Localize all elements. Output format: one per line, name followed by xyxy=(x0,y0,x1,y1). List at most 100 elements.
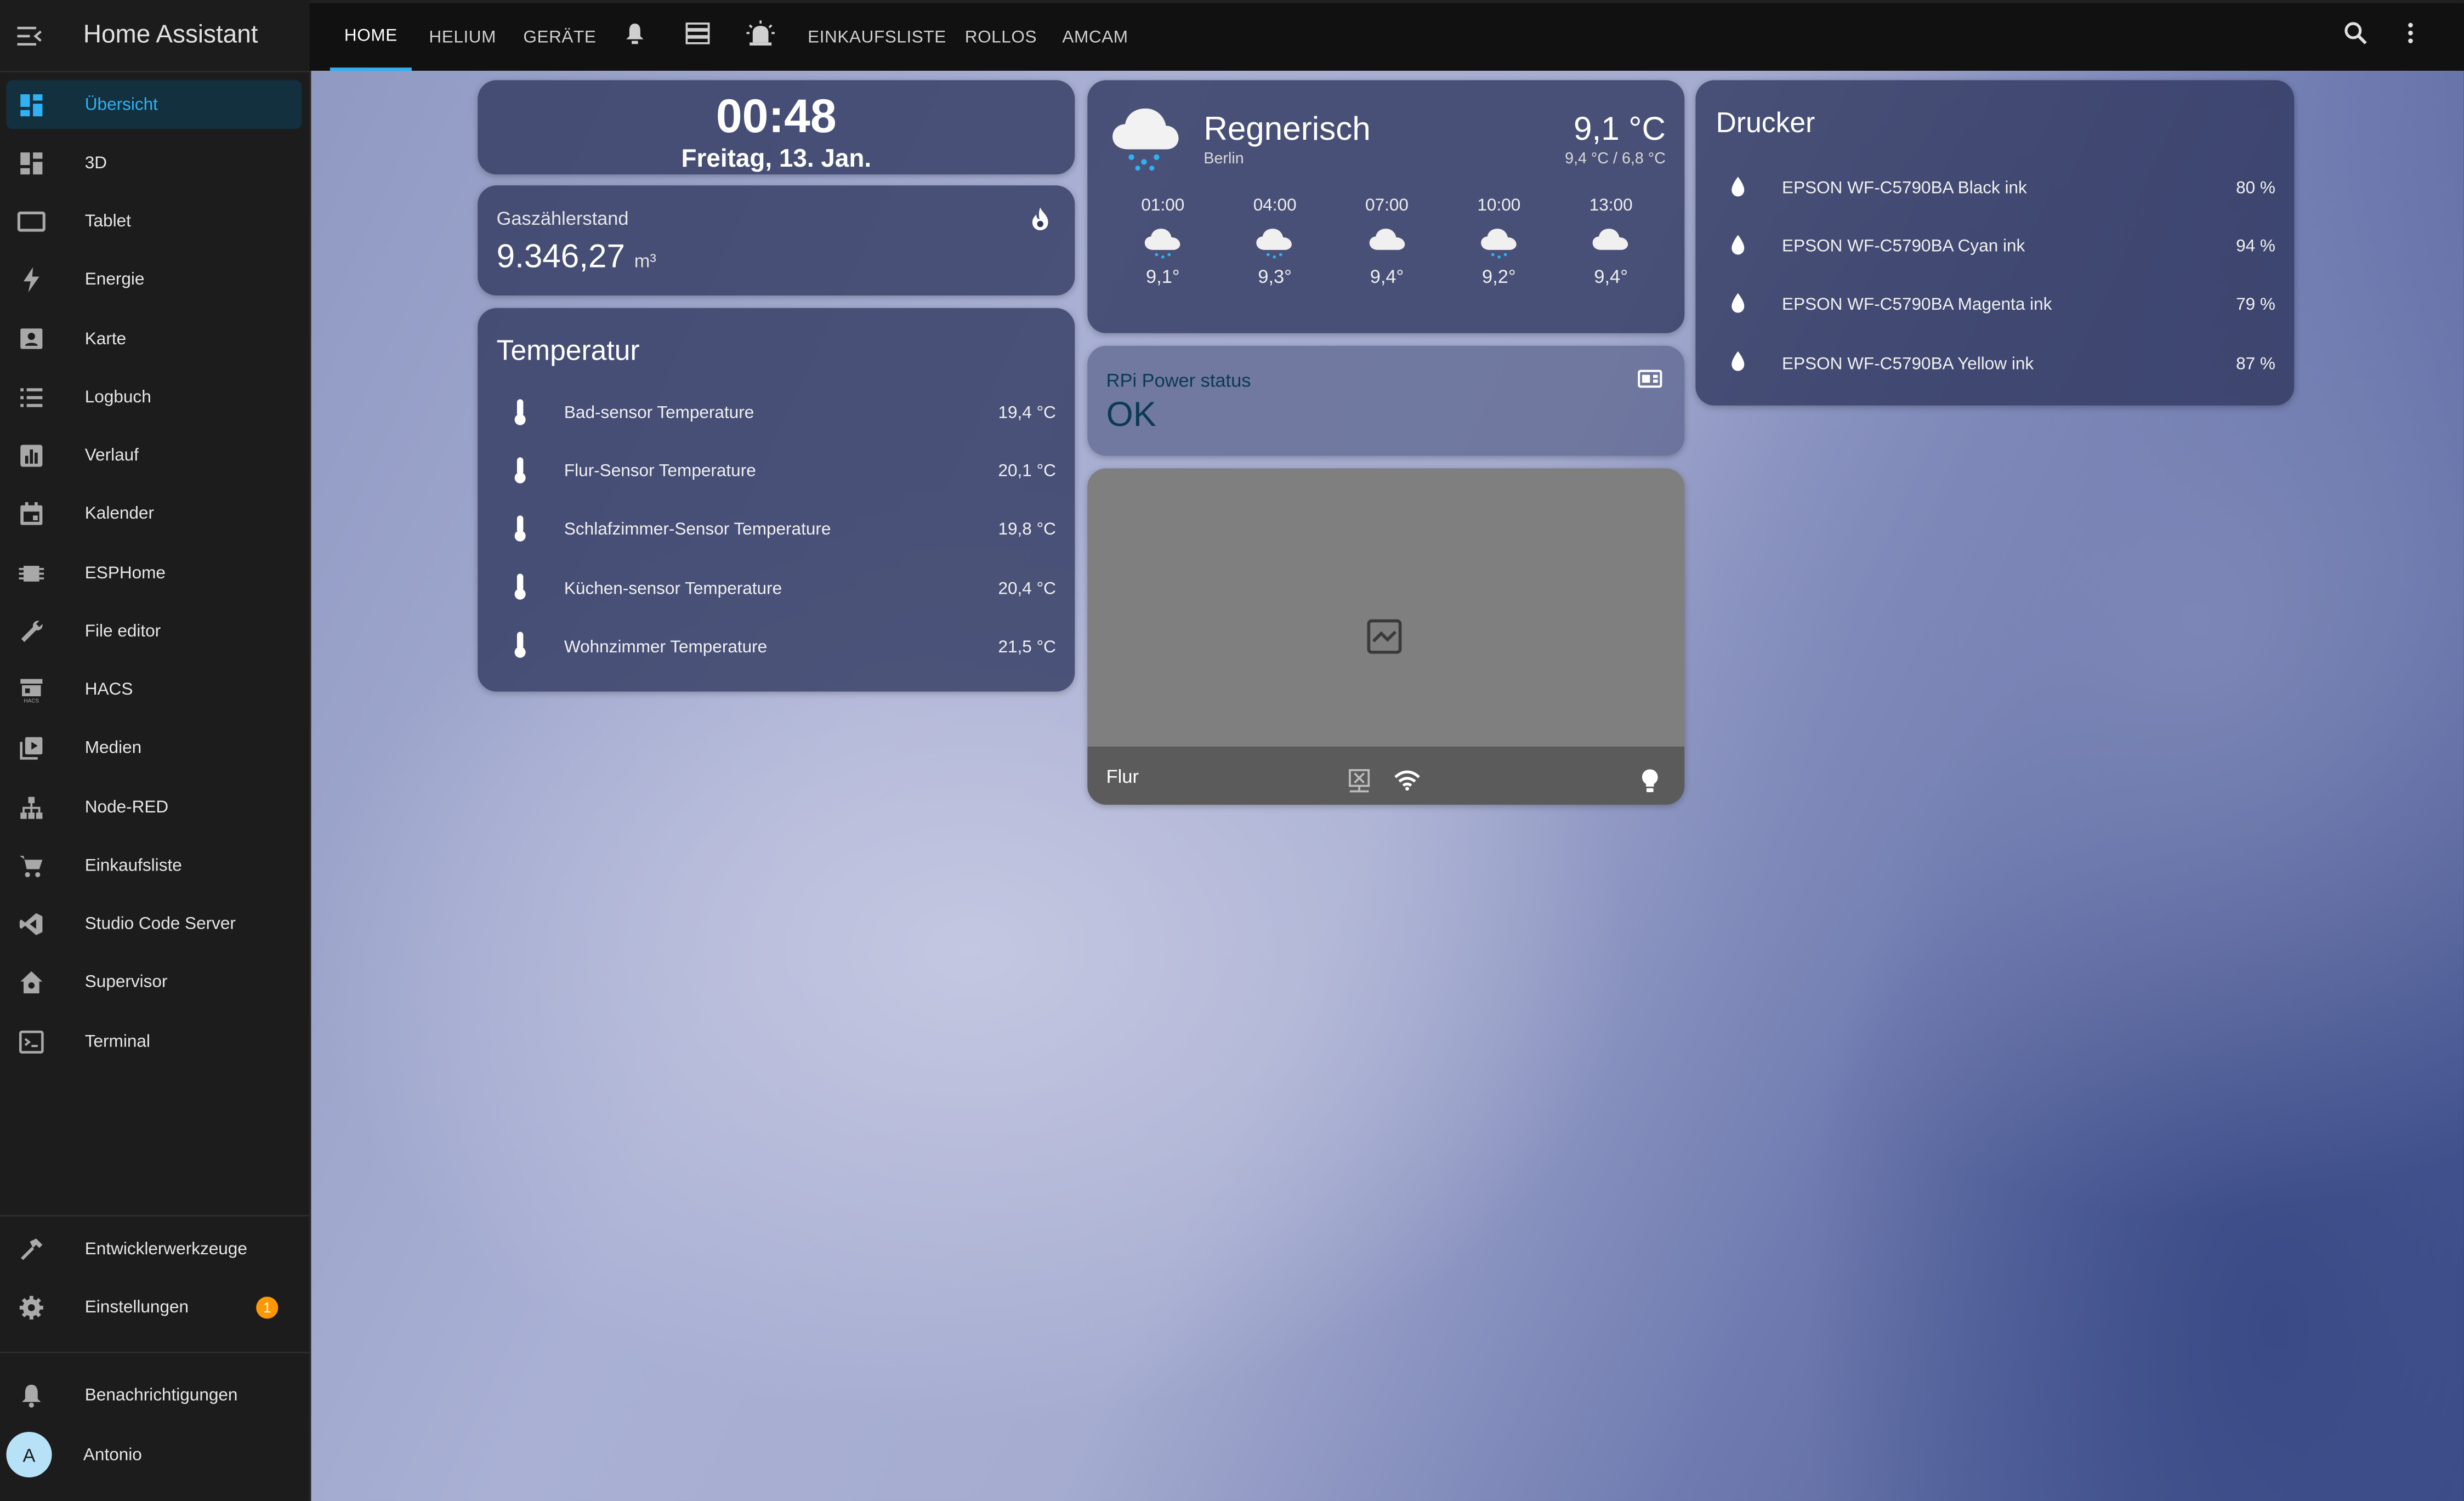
sidebar-item-übersicht[interactable]: Übersicht xyxy=(6,80,302,129)
temperature-row[interactable]: Wohnzimmer Temperature 21,5 °C xyxy=(478,632,1075,663)
printer-ink-row[interactable]: EPSON WF-C5790BA Black ink 80 % xyxy=(1695,173,2294,204)
printer-card: Drucker EPSON WF-C5790BA Black ink 80 % EP… xyxy=(1695,80,2295,406)
ink-name: EPSON WF-C5790BA Yellow ink xyxy=(1782,354,2034,374)
tab-rollos[interactable]: ROLLOS xyxy=(965,3,1037,71)
network-off-icon[interactable] xyxy=(1348,769,1370,801)
sensor-name: Bad-sensor Temperature xyxy=(564,403,754,423)
list-icon xyxy=(8,386,55,408)
rainy-cloud-icon xyxy=(1254,228,1296,268)
sidebar-item-terminal[interactable]: Terminal xyxy=(6,1017,302,1066)
dashboard-area: 00:48 Freitag, 13. Jan. Gaszählerstand 9… xyxy=(311,71,2464,1501)
sitemap-icon xyxy=(8,794,55,820)
water-drop-icon xyxy=(1730,234,1746,260)
sidebar-divider xyxy=(0,1351,310,1354)
sidebar-item-user[interactable]: A Antonio xyxy=(6,1430,302,1479)
sidebar-item-energie[interactable]: Energie xyxy=(6,254,302,303)
image-broken-icon xyxy=(1367,619,1402,662)
forecast-time: 13:00 xyxy=(1589,196,1633,215)
forecast-item: 01:00 9,1° xyxy=(1123,196,1202,287)
printer-ink-row[interactable]: EPSON WF-C5790BA Yellow ink 87 % xyxy=(1695,348,2294,379)
forecast-item: 07:00 9,4° xyxy=(1348,196,1426,287)
sidebar-header: Home Assistant xyxy=(0,0,310,72)
more-vertical-icon[interactable] xyxy=(2406,20,2415,53)
rainy-cloud-icon xyxy=(1143,228,1184,268)
hacs-store-icon: HACS xyxy=(8,676,55,702)
sidebar-item-einkaufsliste[interactable]: Einkaufsliste xyxy=(6,841,302,890)
sidebar-item-verlauf[interactable]: Verlauf xyxy=(6,431,302,480)
sidebar-item-label: File editor xyxy=(84,621,161,641)
calendar-icon xyxy=(8,501,55,526)
sidebar-item-supervisor[interactable]: Supervisor xyxy=(6,957,302,1006)
thermometer-icon xyxy=(512,631,528,664)
sidebar-item-developer-tools[interactable]: Entwicklerwerkzeuge xyxy=(6,1224,302,1273)
vscode-icon xyxy=(8,911,55,936)
avatar: A xyxy=(6,1431,52,1477)
search-icon[interactable] xyxy=(2343,20,2368,53)
sidebar-item-kalender[interactable]: Kalender xyxy=(6,489,302,538)
sidebar-item-hacs[interactable]: HACS HACS xyxy=(6,665,302,714)
tab-alarm-light-icon[interactable] xyxy=(746,20,775,53)
sidebar-item-studio-code-server[interactable]: Studio Code Server xyxy=(6,899,302,948)
sidebar: Home Assistant Übersicht 3D Tablet Energie K… xyxy=(0,0,311,1501)
svg-text:HACS: HACS xyxy=(24,697,39,702)
rainy-cloud-icon xyxy=(1109,105,1182,179)
tab-helium[interactable]: HELIUM xyxy=(429,3,496,71)
chip-icon xyxy=(8,560,55,585)
forecast-time: 07:00 xyxy=(1365,196,1409,215)
printer-ink-row[interactable]: EPSON WF-C5790BA Magenta ink 79 % xyxy=(1695,290,2294,321)
sensor-value: 19,8 °C xyxy=(998,521,1056,540)
sidebar-item-label: Terminal xyxy=(84,1032,150,1051)
lightbulb-icon[interactable] xyxy=(1640,769,1659,801)
forecast-temp: 9,1° xyxy=(1146,265,1180,288)
tab-alarm-bell-icon[interactable] xyxy=(624,20,646,53)
sidebar-item-label: Übersicht xyxy=(84,95,158,114)
console-icon xyxy=(8,1028,55,1054)
tab-einkaufsliste[interactable]: EINKAUFSLISTE xyxy=(808,3,946,71)
temperature-row[interactable]: Flur-Sensor Temperature 20,1 °C xyxy=(478,456,1075,487)
tab-amcam[interactable]: AMCAM xyxy=(1062,3,1128,71)
dashboard-icon xyxy=(8,92,55,117)
forecast-temp: 9,2° xyxy=(1482,265,1516,288)
sidebar-item-settings[interactable]: Einstellungen 1 xyxy=(6,1282,302,1331)
camera-card[interactable]: Flur xyxy=(1087,468,1685,805)
forecast-time: 04:00 xyxy=(1253,196,1297,215)
sidebar-item-esphome[interactable]: ESPHome xyxy=(6,549,302,598)
weather-card[interactable]: Regnerisch Berlin 9,1 °C 9,4 °C / 6,8 °C… xyxy=(1087,80,1685,333)
ink-name: EPSON WF-C5790BA Black ink xyxy=(1782,179,2027,198)
sidebar-item-karte[interactable]: Karte xyxy=(6,314,302,363)
temperature-row[interactable]: Schlafzimmer-Sensor Temperature 19,8 °C xyxy=(478,515,1075,546)
sidebar-item-label: Supervisor xyxy=(84,972,168,991)
temperature-row[interactable]: Bad-sensor Temperature 19,4 °C xyxy=(478,397,1075,429)
clock-card[interactable]: 00:48 Freitag, 13. Jan. xyxy=(478,80,1075,175)
weather-location: Berlin xyxy=(1203,151,1244,168)
tab-server-icon[interactable] xyxy=(685,20,711,53)
menu-collapse-icon[interactable] xyxy=(0,26,60,45)
sidebar-item-medien[interactable]: Medien xyxy=(6,723,302,772)
sidebar-item-label: Kalender xyxy=(84,503,155,523)
temperature-row[interactable]: Küchen-sensor Temperature 20,4 °C xyxy=(478,573,1075,604)
rpi-power-card[interactable]: RPi Power status OK xyxy=(1087,345,1685,456)
top-bar: HOME HELIUM GERÄTE EINKAUFSLISTE ROLLOS … xyxy=(309,0,2464,71)
printer-ink-row[interactable]: EPSON WF-C5790BA Cyan ink 94 % xyxy=(1695,231,2294,263)
sidebar-item-logbuch[interactable]: Logbuch xyxy=(6,372,302,421)
sidebar-item-file-editor[interactable]: File editor xyxy=(6,607,302,656)
tab-geraete[interactable]: GERÄTE xyxy=(523,3,596,71)
sensor-value: 21,5 °C xyxy=(998,638,1056,657)
fire-icon xyxy=(1031,207,1049,238)
gas-meter-unit: m³ xyxy=(634,249,656,272)
tab-home[interactable]: HOME xyxy=(330,3,412,71)
rpi-power-title: RPi Power status xyxy=(1106,369,1251,391)
sidebar-item-label: Einstellungen xyxy=(84,1297,189,1317)
sidebar-item-node-red[interactable]: Node-RED xyxy=(6,783,302,832)
sidebar-item-tablet[interactable]: Tablet xyxy=(6,196,302,245)
sidebar-item-label: Studio Code Server xyxy=(84,914,236,933)
forecast-temp: 9,3° xyxy=(1258,265,1292,288)
ink-level: 94 % xyxy=(2236,237,2275,257)
sidebar-item-3d[interactable]: 3D xyxy=(6,138,302,187)
rainy-cloud-icon xyxy=(1479,228,1520,268)
sidebar-item-notifications[interactable]: Benachrichtigungen xyxy=(6,1371,302,1419)
gas-meter-card[interactable]: Gaszählerstand 9.346,27 m³ xyxy=(478,185,1075,295)
water-drop-icon xyxy=(1730,351,1746,378)
wifi-icon[interactable] xyxy=(1394,770,1421,799)
forecast-temp: 9,4° xyxy=(1594,265,1628,288)
